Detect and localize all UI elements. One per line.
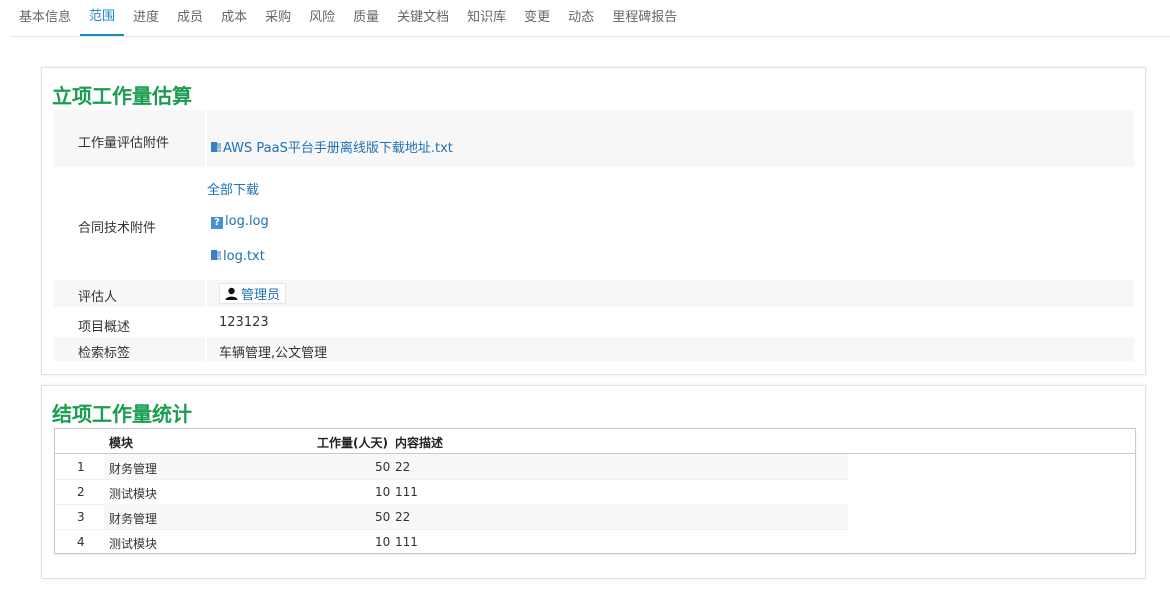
- tab-changes[interactable]: 变更: [515, 0, 559, 36]
- estimate-panel: 立项工作量估算 工作量评估附件 AWS PaaS平台手册离线版下载地址.txt …: [41, 67, 1146, 375]
- tab-quality[interactable]: 质量: [344, 0, 388, 36]
- overview-label: 项目概述: [78, 320, 131, 335]
- contract-file-name: log.txt: [223, 249, 265, 264]
- contract-attachment-value: 全部下载 ? log.log log.txt: [207, 168, 1134, 280]
- assessor-user-tag[interactable]: 管理员: [219, 283, 287, 304]
- contract-file-link-log-txt[interactable]: log.txt: [211, 249, 265, 264]
- row-effort: 10: [375, 485, 391, 499]
- row-effort: 50: [375, 510, 391, 524]
- contract-file-name: log.log: [225, 214, 269, 229]
- tab-members[interactable]: 成员: [168, 0, 212, 36]
- stats-table: 模块 工作量(人天) 内容描述 1 财务管理 50 22 2 测试模块 10 1…: [54, 428, 1136, 555]
- tab-schedule[interactable]: 进度: [124, 0, 168, 36]
- download-all-link[interactable]: 全部下载: [207, 179, 259, 198]
- row-description: 22: [395, 510, 411, 524]
- column-header-module[interactable]: 模块: [109, 434, 133, 451]
- table-row-background: [104, 454, 848, 479]
- row-effort: 50: [375, 460, 391, 474]
- row-estimate-attachment: 工作量评估附件 AWS PaaS平台手册离线版下载地址.txt: [54, 110, 1134, 167]
- column-header-effort[interactable]: 工作量(人天): [317, 434, 388, 451]
- table-row[interactable]: 4 测试模块 10 111: [55, 529, 848, 555]
- table-row-background: [104, 504, 848, 529]
- stats-title: 结项工作量统计: [52, 402, 192, 426]
- tab-bar: 基本信息 范围 进度 成员 成本 采购 风险 质量 关键文档 知识库 变更 动态…: [10, 0, 1170, 37]
- tab-cost[interactable]: 成本: [212, 0, 256, 36]
- table-row-background: [104, 529, 848, 554]
- row-effort: 10: [375, 535, 391, 549]
- row-description: 111: [395, 535, 418, 549]
- assessor-label: 评估人: [54, 280, 205, 307]
- contract-attachment-label: 合同技术附件: [78, 221, 157, 236]
- row-overview: 项目概述 123123: [54, 308, 1134, 336]
- tab-risk[interactable]: 风险: [300, 0, 344, 36]
- row-description: 111: [395, 485, 418, 499]
- column-header-description[interactable]: 内容描述: [395, 434, 443, 451]
- table-header: 模块 工作量(人天) 内容描述: [55, 429, 1135, 454]
- estimate-attachment-file-name: AWS PaaS平台手册离线版下载地址.txt: [223, 141, 453, 156]
- file-icon: [211, 250, 221, 260]
- tags-text: 车辆管理,公文管理: [219, 346, 328, 361]
- row-description: 22: [395, 460, 411, 474]
- table-row-background: [104, 479, 848, 504]
- tab-milestone-report[interactable]: 里程碑报告: [603, 0, 686, 36]
- tab-procurement[interactable]: 采购: [256, 0, 300, 36]
- estimate-attachment-value: AWS PaaS平台手册离线版下载地址.txt: [207, 110, 1134, 167]
- row-tags: 检索标签 车辆管理,公文管理: [54, 337, 1134, 361]
- tab-scope[interactable]: 范围: [80, 0, 125, 36]
- row-index: 2: [77, 485, 85, 499]
- unknown-file-icon: ?: [211, 217, 223, 229]
- table-row[interactable]: 2 测试模块 10 111: [55, 479, 848, 505]
- row-index: 1: [77, 460, 85, 474]
- estimate-attachment-label: 工作量评估附件: [54, 110, 205, 167]
- row-index: 3: [77, 510, 85, 524]
- row-module: 测试模块: [109, 487, 158, 501]
- row-assessor: 评估人 管理员: [54, 280, 1134, 307]
- assessor-name: 管理员: [241, 288, 281, 303]
- file-icon: [211, 142, 221, 152]
- table-row[interactable]: 1 财务管理 50 22: [55, 454, 848, 480]
- user-icon: [225, 287, 238, 300]
- tab-basic-info[interactable]: 基本信息: [10, 0, 80, 36]
- tab-knowledge-base[interactable]: 知识库: [458, 0, 515, 36]
- contract-file-link-log-log[interactable]: ? log.log: [211, 214, 269, 229]
- row-module: 财务管理: [109, 462, 158, 476]
- row-index: 4: [77, 535, 85, 549]
- tags-label: 检索标签: [54, 337, 205, 361]
- assessor-value: 管理员: [207, 280, 1134, 307]
- stats-panel: 结项工作量统计 模块 工作量(人天) 内容描述 1 财务管理 50 22 2 测…: [41, 385, 1146, 579]
- tab-activity[interactable]: 动态: [559, 0, 603, 36]
- overview-value: 123123: [207, 308, 1134, 336]
- tags-value: 车辆管理,公文管理: [207, 337, 1134, 361]
- overview-text: 123123: [219, 315, 269, 330]
- estimate-title: 立项工作量估算: [52, 84, 192, 108]
- estimate-attachment-file-link[interactable]: AWS PaaS平台手册离线版下载地址.txt: [211, 137, 453, 156]
- tab-key-documents[interactable]: 关键文档: [388, 0, 458, 36]
- row-contract-attachment: 合同技术附件 全部下载 ? log.log log.txt: [54, 168, 1134, 280]
- table-row[interactable]: 3 财务管理 50 22: [55, 504, 848, 530]
- row-module: 测试模块: [109, 537, 158, 551]
- row-module: 财务管理: [109, 512, 158, 526]
